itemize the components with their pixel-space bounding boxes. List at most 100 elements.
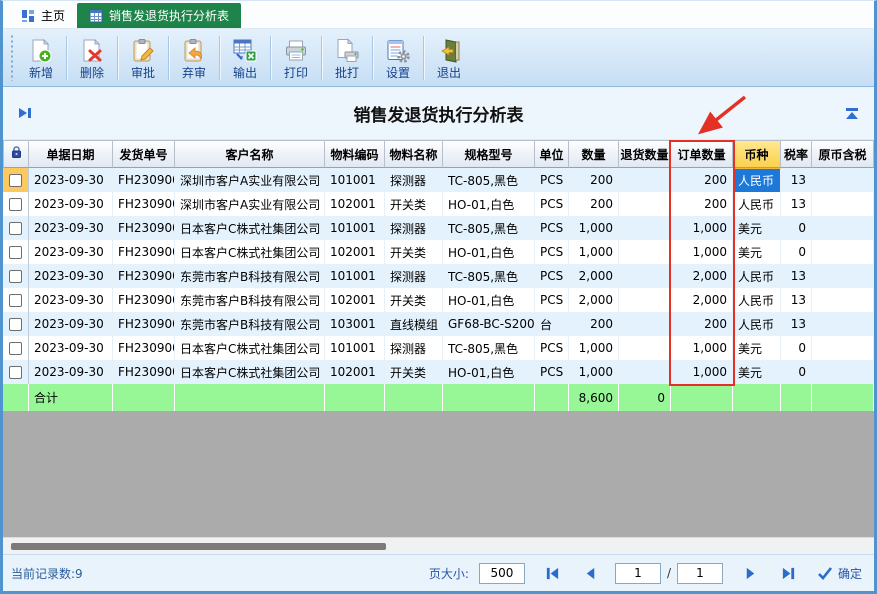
grid-cell[interactable]: 1,000 — [569, 360, 619, 384]
grid-cell[interactable]: 日本客户C株式社集团公司 — [175, 240, 325, 264]
row-checkbox[interactable] — [9, 222, 22, 235]
grid-cell[interactable]: 102001 — [325, 192, 385, 216]
grid-cell[interactable]: 102001 — [325, 360, 385, 384]
confirm-button[interactable]: 确定 — [817, 565, 862, 582]
grid-cell[interactable]: 13 — [781, 288, 812, 312]
grid-cell[interactable]: 200 — [569, 192, 619, 216]
settings-button[interactable]: 设置 — [374, 36, 422, 80]
grid-cell[interactable]: HO-01,白色 — [443, 288, 535, 312]
grid-cell[interactable]: TC-805,黑色 — [443, 168, 535, 192]
grid-cell[interactable]: FH23090002 — [113, 240, 175, 264]
grid-cell[interactable]: 深圳市客户A实业有限公司 — [175, 168, 325, 192]
grid-cell[interactable]: FH23090003 — [113, 312, 175, 336]
grid-cell[interactable]: PCS — [535, 168, 569, 192]
grid-cell[interactable]: HO-01,白色 — [443, 192, 535, 216]
grid-cell[interactable]: HO-01,白色 — [443, 240, 535, 264]
grid-cell[interactable] — [619, 216, 671, 240]
column-header[interactable]: 订单数量 — [671, 140, 733, 168]
column-header[interactable]: 单据日期 — [29, 140, 113, 168]
grid-cell[interactable]: 人民币 — [733, 312, 781, 336]
grid-cell[interactable]: GF68-BC-S200 — [443, 312, 535, 336]
grid-cell[interactable]: HO-01,白色 — [443, 360, 535, 384]
grid-cell[interactable]: 0 — [781, 336, 812, 360]
grid-cell[interactable]: FH23090002 — [113, 216, 175, 240]
grid-cell[interactable]: PCS — [535, 192, 569, 216]
grid-cell[interactable]: 1,000 — [569, 216, 619, 240]
grid-cell[interactable]: 2,000 — [671, 264, 733, 288]
grid-cell[interactable]: PCS — [535, 216, 569, 240]
tab-report[interactable]: 销售发退货执行分析表 — [77, 3, 241, 28]
grid-cell[interactable]: 2023-09-30 — [29, 312, 113, 336]
export-button[interactable]: 输出 — [221, 36, 269, 80]
grid-cell[interactable]: 102001 — [325, 288, 385, 312]
grid-cell[interactable]: 日本客户C株式社集团公司 — [175, 216, 325, 240]
grid-cell[interactable]: 2023-09-30 — [29, 168, 113, 192]
row-checkbox[interactable] — [9, 342, 22, 355]
grid-cell[interactable]: 开关类 — [385, 240, 443, 264]
grid-cell[interactable]: PCS — [535, 240, 569, 264]
row-checkbox[interactable] — [9, 366, 22, 379]
grid-cell[interactable]: PCS — [535, 264, 569, 288]
grid-cell[interactable]: 0 — [781, 240, 812, 264]
grid-cell[interactable] — [812, 264, 874, 288]
grid-cell[interactable]: FH23090001 — [113, 168, 175, 192]
grid-cell[interactable]: TC-805,黑色 — [443, 336, 535, 360]
grid-cell[interactable]: 2,000 — [569, 264, 619, 288]
grid-cell[interactable] — [619, 336, 671, 360]
grid-cell[interactable] — [812, 288, 874, 312]
grid-cell[interactable]: PCS — [535, 336, 569, 360]
grid-cell[interactable]: 探测器 — [385, 168, 443, 192]
grid-cell[interactable]: 深圳市客户A实业有限公司 — [175, 192, 325, 216]
grid-cell[interactable]: FH23090004 — [113, 360, 175, 384]
expand-right-icon[interactable] — [17, 105, 33, 121]
column-header[interactable]: 数量 — [569, 140, 619, 168]
grid-cell[interactable]: 13 — [781, 312, 812, 336]
column-header[interactable]: 发货单号 — [113, 140, 175, 168]
column-header[interactable]: 原币含税 — [812, 140, 874, 168]
grid-cell[interactable] — [812, 336, 874, 360]
column-header[interactable]: 规格型号 — [443, 140, 535, 168]
grid-cell[interactable]: 直线模组 — [385, 312, 443, 336]
grid-cell[interactable] — [812, 168, 874, 192]
approve-button[interactable]: 审批 — [119, 36, 167, 80]
grid-cell[interactable]: 200 — [569, 168, 619, 192]
row-checkbox[interactable] — [9, 270, 22, 283]
delete-button[interactable]: 删除 — [68, 36, 116, 80]
grid-cell[interactable]: 13 — [781, 264, 812, 288]
grid-cell[interactable]: 2,000 — [569, 288, 619, 312]
grid-cell[interactable]: 2023-09-30 — [29, 192, 113, 216]
grid-cell[interactable]: 探测器 — [385, 216, 443, 240]
grid-cell[interactable]: 2023-09-30 — [29, 240, 113, 264]
grid-cell[interactable]: 探测器 — [385, 264, 443, 288]
batch-print-button[interactable]: 批打 — [323, 36, 371, 80]
row-checkbox[interactable] — [9, 198, 22, 211]
grid-cell[interactable]: 101001 — [325, 336, 385, 360]
grid-cell[interactable]: FH23090004 — [113, 336, 175, 360]
grid-cell[interactable]: 2023-09-30 — [29, 360, 113, 384]
grid-cell[interactable] — [812, 360, 874, 384]
tab-home[interactable]: 主页 — [9, 3, 77, 28]
grid-cell[interactable] — [812, 312, 874, 336]
grid-cell[interactable]: 1,000 — [671, 216, 733, 240]
row-checkbox[interactable] — [9, 294, 22, 307]
next-page-button[interactable] — [741, 564, 761, 582]
toolbar-grip[interactable] — [9, 35, 14, 81]
grid-cell[interactable]: 103001 — [325, 312, 385, 336]
grid-cell[interactable]: TC-805,黑色 — [443, 264, 535, 288]
page-size-input[interactable] — [479, 563, 525, 584]
first-page-button[interactable] — [543, 564, 563, 582]
unapprove-button[interactable]: 弃审 — [170, 36, 218, 80]
grid-cell[interactable]: 人民币 — [733, 288, 781, 312]
grid-cell[interactable] — [619, 192, 671, 216]
grid-cell[interactable]: 开关类 — [385, 360, 443, 384]
grid-cell[interactable]: 0 — [781, 360, 812, 384]
lock-column-header[interactable] — [3, 140, 29, 168]
horizontal-scrollbar-thumb[interactable] — [11, 543, 386, 550]
grid-cell[interactable]: FH23090003 — [113, 288, 175, 312]
grid-cell[interactable]: 2,000 — [671, 288, 733, 312]
new-button[interactable]: 新增 — [17, 36, 65, 80]
grid-cell[interactable]: 102001 — [325, 240, 385, 264]
total-pages-input[interactable] — [677, 563, 723, 584]
column-header[interactable]: 物料编码 — [325, 140, 385, 168]
grid-cell[interactable]: 美元 — [733, 240, 781, 264]
